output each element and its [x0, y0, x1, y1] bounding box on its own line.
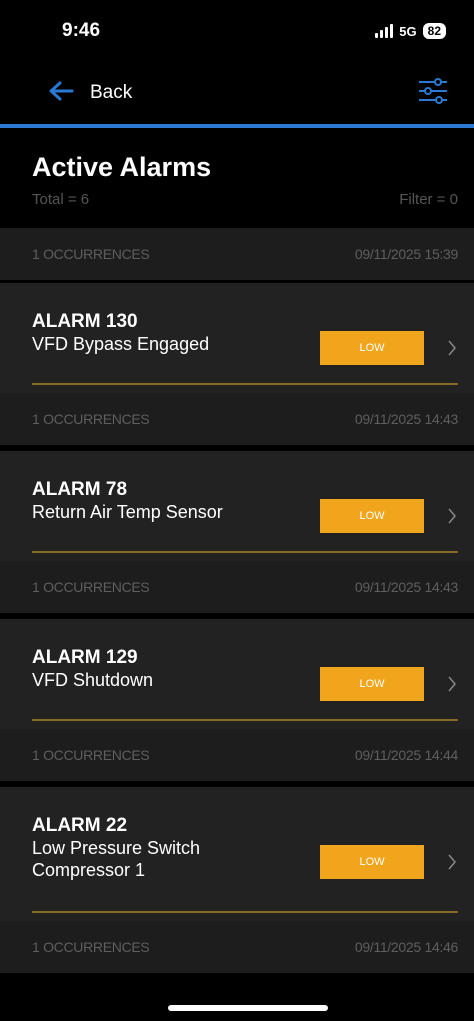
severity-badge: LOW [320, 331, 424, 365]
status-time: 9:46 [62, 20, 101, 41]
alarm-card[interactable]: ALARM 129 VFD Shutdown LOW [0, 619, 474, 729]
battery-icon: 82 [422, 23, 446, 39]
home-indicator[interactable] [168, 1005, 328, 1011]
filter-button[interactable] [418, 77, 448, 110]
back-label: Back [90, 82, 133, 103]
occurrence-count: 1 OCCURRENCES [32, 939, 150, 955]
network-label: 5G [399, 23, 417, 39]
chevron-right-icon [444, 331, 460, 365]
filter-count: Filter = 0 [399, 191, 458, 208]
chevron-right-icon [444, 845, 460, 879]
card-divider [32, 911, 458, 913]
chevron-right-icon [444, 499, 460, 533]
occurrence-count: 1 OCCURRENCES [32, 246, 150, 262]
sliders-icon [418, 77, 448, 109]
page-header: Active Alarms Total = 6 Filter = 0 [0, 128, 474, 228]
back-button[interactable]: Back [48, 80, 132, 107]
alarm-counts: Total = 6 Filter = 0 [32, 191, 458, 208]
occurrence-count: 1 OCCURRENCES [32, 411, 150, 427]
occurrence-row: 1 OCCURRENCES 09/11/2025 14:43 [0, 561, 474, 613]
home-area [0, 982, 474, 1021]
severity-badge: LOW [320, 845, 424, 879]
alarm-card[interactable]: ALARM 130 VFD Bypass Engaged LOW [0, 283, 474, 393]
occurrence-timestamp: 09/11/2025 14:43 [354, 579, 458, 595]
occurrence-timestamp: 09/11/2025 14:46 [354, 939, 458, 955]
alarm-card[interactable]: ALARM 22 Low Pressure Switch Compressor … [0, 787, 474, 921]
occurrence-count: 1 OCCURRENCES [32, 579, 150, 595]
alarm-name: ALARM 129 [32, 647, 138, 668]
occurrence-timestamp: 09/11/2025 15:39 [354, 246, 458, 262]
occurrence-row: 1 OCCURRENCES 09/11/2025 15:39 [0, 228, 474, 280]
signal-icon [375, 24, 394, 38]
alarm-name: ALARM 78 [32, 479, 128, 500]
page-title: Active Alarms [32, 152, 212, 182]
severity-badge: LOW [320, 499, 424, 533]
card-divider [32, 719, 458, 721]
alarm-description: Low Pressure Switch Compressor 1 [32, 838, 201, 880]
occurrence-row: 1 OCCURRENCES 09/11/2025 14:44 [0, 729, 474, 781]
alarm-card[interactable]: ALARM 78 Return Air Temp Sensor LOW [0, 451, 474, 561]
total-count: Total = 6 [32, 191, 90, 208]
alarm-list[interactable]: 1 OCCURRENCES 09/11/2025 15:39 ALARM 130… [0, 228, 474, 982]
occurrence-row: 1 OCCURRENCES 09/11/2025 14:43 [0, 393, 474, 445]
occurrence-row: 1 OCCURRENCES 09/11/2025 14:46 [0, 921, 474, 973]
alarm-description: VFD Shutdown [32, 670, 154, 690]
arrow-left-icon [48, 80, 74, 107]
severity-badge: LOW [320, 667, 424, 701]
nav-bar: Back [0, 62, 474, 124]
occurrence-timestamp: 09/11/2025 14:43 [354, 411, 458, 427]
alarm-description: Return Air Temp Sensor [32, 502, 223, 522]
occurrence-count: 1 OCCURRENCES [32, 747, 150, 763]
status-bar: 9:46 5G 82 [0, 0, 474, 62]
card-divider [32, 383, 458, 385]
alarm-name: ALARM 130 [32, 311, 138, 332]
card-divider [32, 551, 458, 553]
occurrence-timestamp: 09/11/2025 14:44 [354, 747, 458, 763]
alarm-description: VFD Bypass Engaged [32, 334, 210, 354]
chevron-right-icon [444, 667, 460, 701]
status-icons: 5G 82 [375, 23, 446, 39]
alarm-name: ALARM 22 [32, 815, 128, 836]
